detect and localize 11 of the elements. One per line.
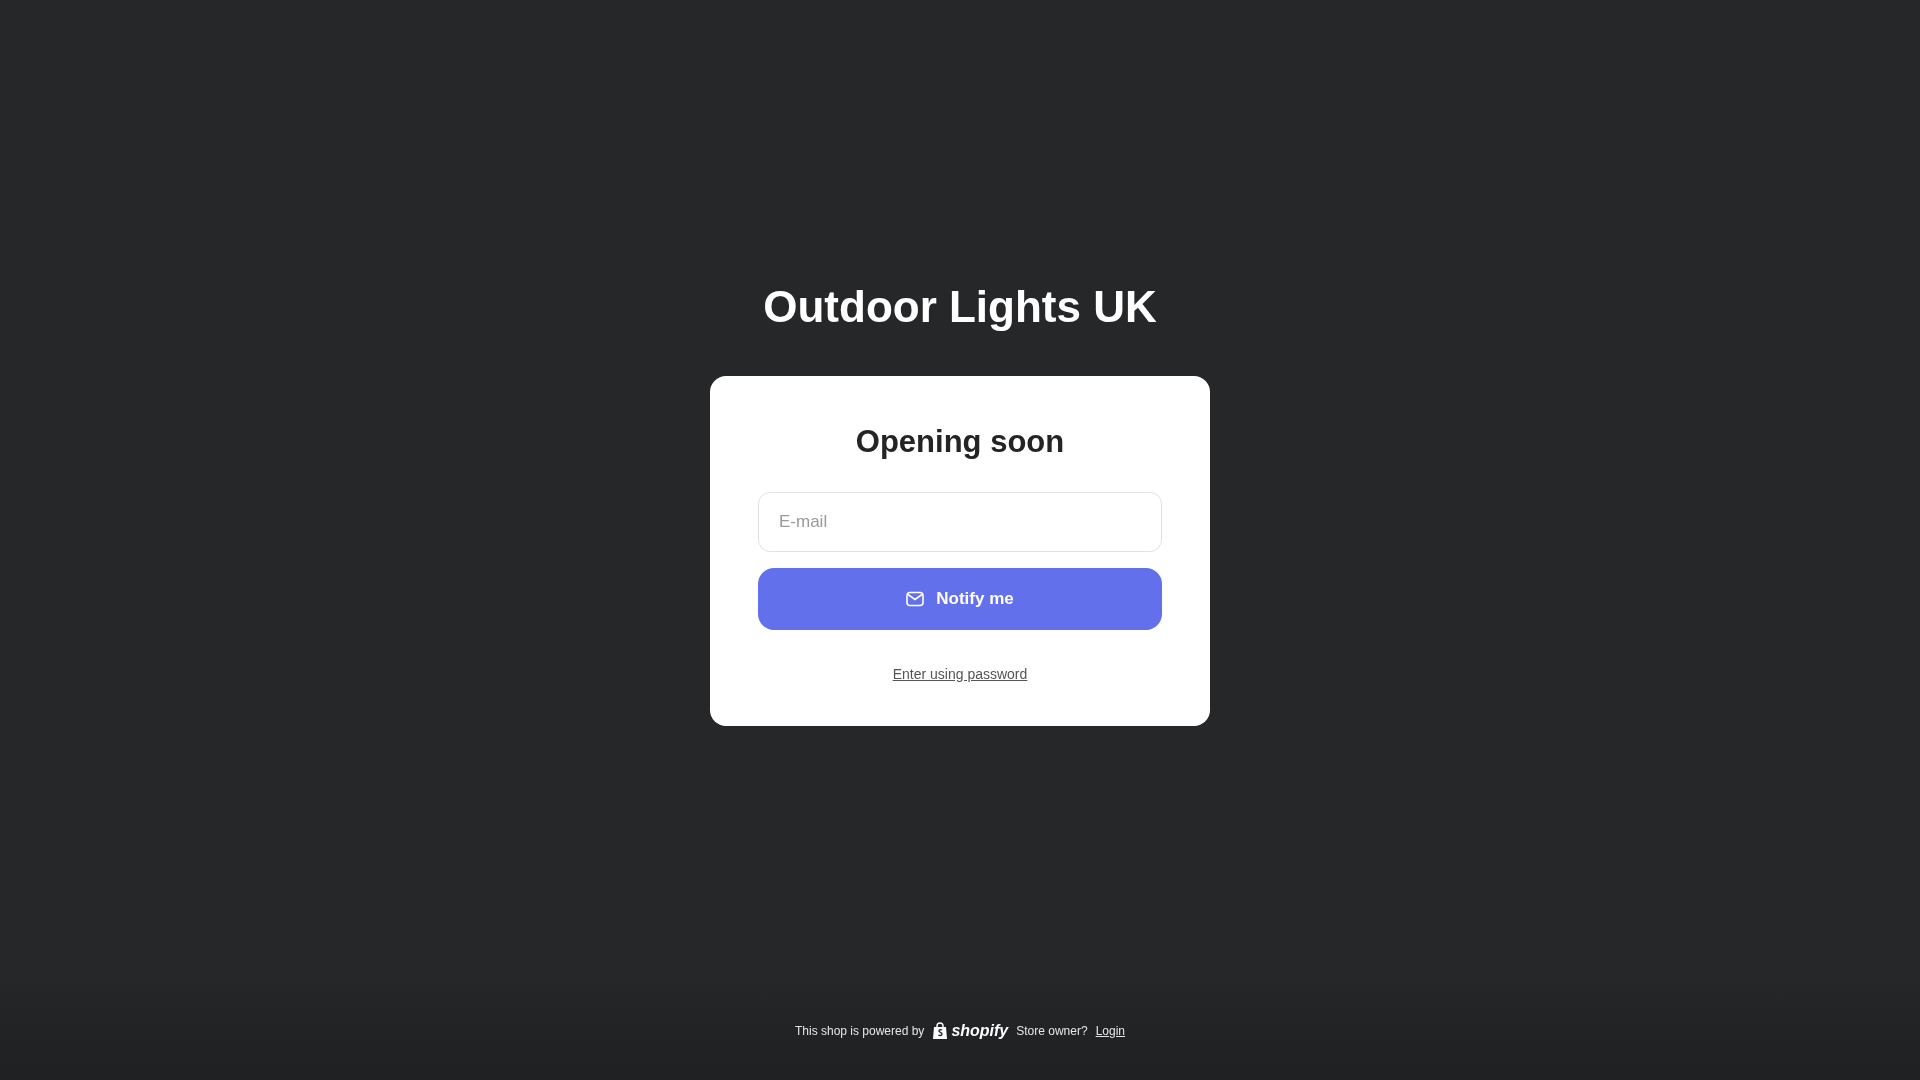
shopify-logo[interactable]: shopify: [932, 1022, 1009, 1040]
store-owner-text: Store owner?: [1016, 1024, 1088, 1038]
powered-by-text: This shop is powered by: [794, 1024, 925, 1038]
email-field[interactable]: E-mail: [758, 492, 1162, 552]
mail-icon: [906, 591, 925, 607]
login-link[interactable]: Login: [1095, 1024, 1125, 1038]
password-link[interactable]: Enter using password: [892, 666, 1028, 682]
card-heading: Opening soon: [854, 423, 1066, 461]
notify-button[interactable]: Notify me: [758, 568, 1162, 630]
store-title: Outdoor Lights UK: [763, 281, 1157, 333]
shopping-bag-icon: [932, 1022, 949, 1040]
